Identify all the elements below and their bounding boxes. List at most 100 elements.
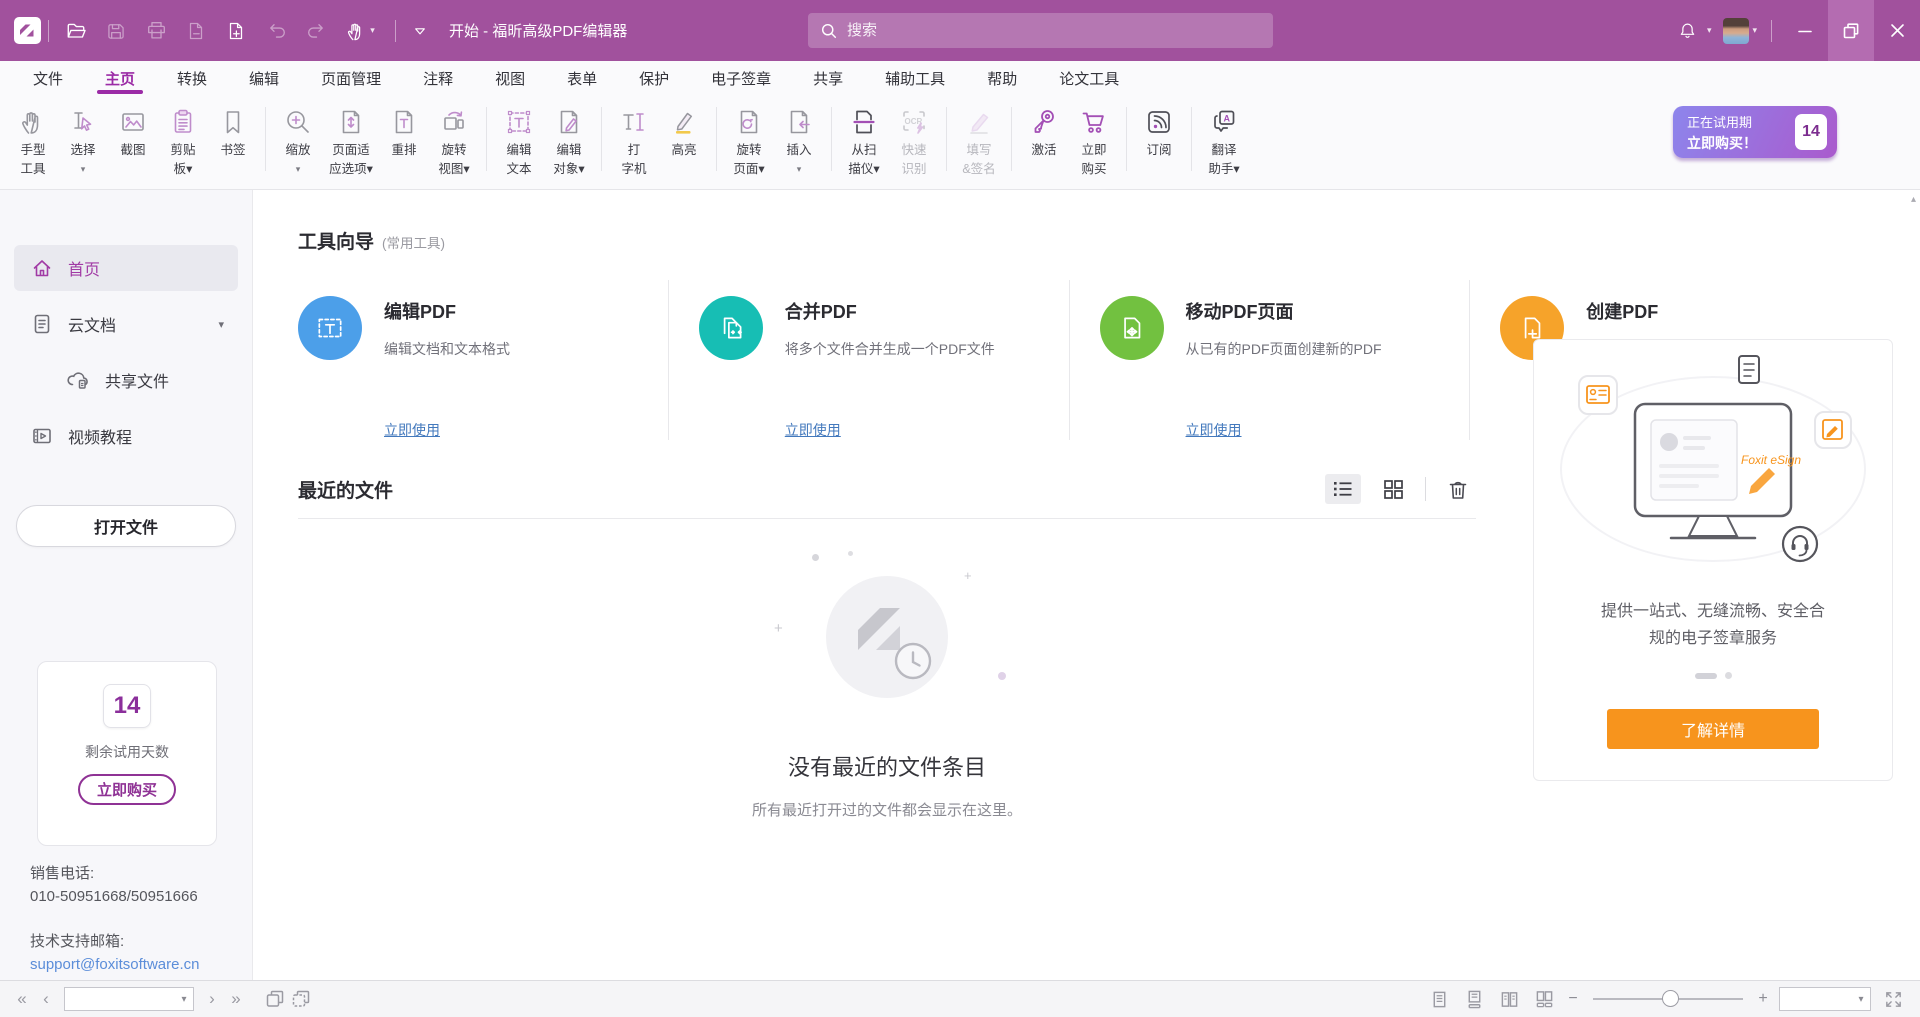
open-file-button[interactable] — [56, 11, 96, 51]
clear-recent-button[interactable] — [1440, 474, 1476, 504]
new-page-button[interactable] — [216, 11, 256, 51]
search-input[interactable] — [847, 22, 1273, 39]
menu-item-protect[interactable]: 保护 — [618, 61, 690, 95]
menu-item-esign[interactable]: 电子签章 — [690, 61, 792, 95]
edit-object-icon — [554, 107, 584, 137]
next-page-button[interactable]: › — [200, 989, 224, 1009]
continuous-view-button[interactable] — [1461, 986, 1487, 1012]
tool-fill-sign[interactable]: 填写 &签名 — [954, 105, 1004, 177]
notifications-button[interactable] — [1672, 11, 1704, 51]
tool-select[interactable]: 选择 ▾ — [58, 105, 108, 177]
typewriter-icon — [619, 107, 649, 137]
tool-rotate-pages[interactable]: 旋转 页面▾ — [724, 105, 774, 177]
tool-subscribe[interactable]: 订阅 — [1134, 105, 1184, 158]
use-now-link[interactable]: 立即使用 — [1186, 420, 1382, 440]
notifications-caret[interactable]: ▾ — [1707, 25, 1712, 36]
card-edit-pdf[interactable]: 编辑PDF 编辑文档和文本格式 立即使用 — [298, 280, 668, 440]
menu-item-home[interactable]: 主页 — [84, 61, 156, 95]
restore-window-button[interactable] — [1828, 0, 1874, 61]
sidebar-item-video-tutorials[interactable]: 视频教程 — [14, 413, 238, 459]
search-bar[interactable] — [808, 13, 1273, 48]
menu-item-comment[interactable]: 注释 — [402, 61, 474, 95]
menu-item-paper-tools[interactable]: 论文工具 — [1038, 61, 1140, 95]
scrollbar-up-arrow[interactable]: ▴ — [1911, 194, 1916, 205]
carousel-dot[interactable] — [1725, 672, 1732, 679]
cloud-share-icon — [66, 369, 90, 391]
page-dropdown-caret[interactable]: ▾ — [175, 994, 193, 1005]
chevron-down-icon[interactable]: ▾ — [218, 318, 224, 331]
menu-item-view[interactable]: 视图 — [474, 61, 546, 95]
tool-snapshot[interactable]: 截图 — [108, 105, 158, 158]
menu-item-help[interactable]: 帮助 — [966, 61, 1038, 95]
save-button[interactable] — [96, 11, 136, 51]
card-move-pdf-pages[interactable]: 移动PDF页面 从已有的PDF页面创建新的PDF 立即使用 — [1069, 280, 1470, 440]
previous-page-button[interactable]: ‹ — [34, 989, 58, 1009]
tool-edit-object[interactable]: 编辑 对象▾ — [544, 105, 594, 177]
snapshot-pages-button[interactable] — [262, 986, 288, 1012]
tool-bookmark[interactable]: 书签 — [208, 105, 258, 158]
hand-tool-button[interactable]: ▾ — [336, 11, 388, 51]
redo-button[interactable] — [296, 11, 336, 51]
tool-edit-text[interactable]: 编辑 文本 — [494, 105, 544, 177]
account-caret[interactable]: ▾ — [1752, 25, 1757, 36]
tool-translate-assistant[interactable]: A 翻译 助手▾ — [1199, 105, 1249, 177]
tool-reflow[interactable]: 重排 — [379, 105, 429, 158]
tool-highlight[interactable]: 高亮 — [659, 105, 709, 158]
zoom-dropdown-caret[interactable]: ▾ — [1852, 994, 1870, 1005]
menu-item-convert[interactable]: 转换 — [156, 61, 228, 95]
tool-activate[interactable]: 激活 — [1019, 105, 1069, 158]
tool-rotate-view[interactable]: 旋转 视图▾ — [429, 105, 479, 177]
zoom-slider-thumb[interactable] — [1662, 990, 1679, 1007]
tool-insert-pages[interactable]: 插入 ▾ — [774, 105, 824, 177]
facing-view-button[interactable] — [1496, 986, 1522, 1012]
single-page-view-button[interactable] — [1426, 986, 1452, 1012]
menu-item-page-management[interactable]: 页面管理 — [300, 61, 402, 95]
card-merge-pdf[interactable]: 合并PDF 将多个文件合并生成一个PDF文件 立即使用 — [668, 280, 1069, 440]
sidebar-item-shared-files[interactable]: 共享文件 — [14, 357, 238, 403]
tool-hand[interactable]: 手型 工具 — [8, 105, 58, 177]
tool-typewriter[interactable]: 打 字机 — [609, 105, 659, 177]
menu-item-share[interactable]: 共享 — [792, 61, 864, 95]
carousel-dot-active[interactable] — [1695, 673, 1717, 679]
tool-from-scanner[interactable]: 从扫 描仪▾ — [839, 105, 889, 177]
undo-button[interactable] — [256, 11, 296, 51]
page-number-box[interactable]: ▾ — [64, 987, 194, 1011]
close-button[interactable] — [1874, 0, 1920, 61]
collapse-toolbar-button[interactable] — [403, 11, 437, 51]
tool-zoom[interactable]: 缩放 ▾ — [273, 105, 323, 177]
page-number-input[interactable] — [65, 988, 175, 1010]
tool-clipboard[interactable]: 剪贴 板▾ — [158, 105, 208, 177]
facing-continuous-view-button[interactable] — [1531, 986, 1557, 1012]
buy-now-button[interactable]: 立即购买 — [78, 774, 176, 805]
tool-page-fit[interactable]: 页面适 应选项▾ — [323, 105, 379, 177]
use-now-link[interactable]: 立即使用 — [785, 420, 995, 440]
zoom-level-input[interactable] — [1780, 988, 1852, 1010]
tool-buy-now[interactable]: 立即 购买 — [1069, 105, 1119, 177]
zoom-out-button[interactable]: − — [1566, 990, 1580, 1008]
menu-item-form[interactable]: 表单 — [546, 61, 618, 95]
delete-page-button[interactable] — [176, 11, 216, 51]
zoom-slider[interactable] — [1593, 989, 1743, 1009]
print-button[interactable] — [136, 11, 176, 51]
minimize-button[interactable] — [1782, 0, 1828, 61]
menu-item-accessibility[interactable]: 辅助工具 — [864, 61, 966, 95]
grid-view-button[interactable] — [1375, 474, 1411, 504]
first-page-button[interactable]: « — [10, 989, 34, 1009]
fullscreen-button[interactable] — [1880, 986, 1906, 1012]
tool-quick-ocr[interactable]: OCR 快速 识别 — [889, 105, 939, 177]
menu-item-edit[interactable]: 编辑 — [228, 61, 300, 95]
menu-item-file[interactable]: 文件 — [12, 61, 84, 95]
zoom-level-box[interactable]: ▾ — [1779, 987, 1871, 1011]
user-avatar[interactable] — [1723, 18, 1749, 44]
support-email-link[interactable]: support@foxitsoftware.cn — [30, 953, 199, 976]
trial-period-badge[interactable]: 正在试用期 立即购买！ 14 — [1673, 106, 1837, 158]
last-page-button[interactable]: » — [224, 989, 248, 1009]
list-view-button[interactable] — [1325, 474, 1361, 504]
clipboard-pages-button[interactable] — [288, 986, 314, 1012]
zoom-in-button[interactable]: + — [1756, 990, 1770, 1008]
learn-more-button[interactable]: 了解详情 — [1607, 709, 1819, 749]
use-now-link[interactable]: 立即使用 — [384, 420, 510, 440]
open-file-button-sidebar[interactable]: 打开文件 — [16, 505, 236, 547]
sidebar-item-cloud-docs[interactable]: 云文档 ▾ — [14, 301, 238, 347]
sidebar-item-home[interactable]: 首页 — [14, 245, 238, 291]
